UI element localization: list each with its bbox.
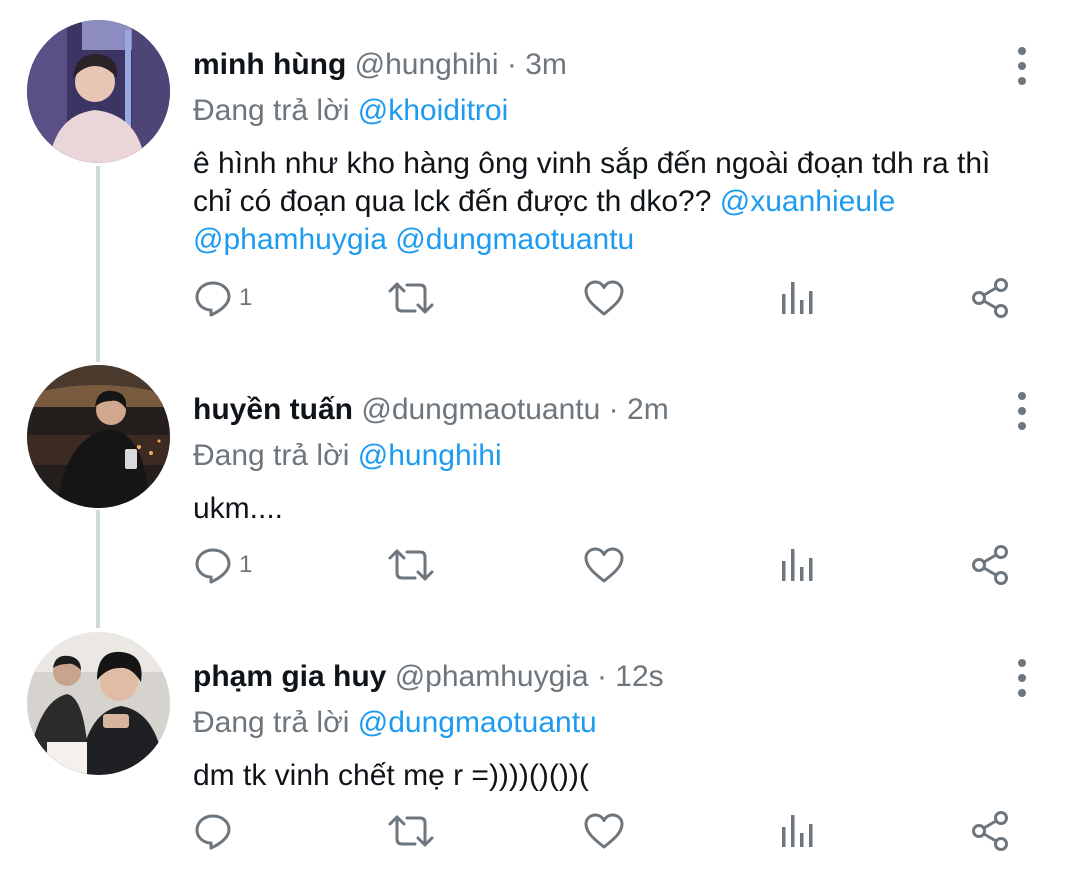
replying-to-mention[interactable]: @khoiditroi (358, 94, 509, 127)
replying-prefix: Đang trả lời (193, 94, 350, 127)
timestamp[interactable]: 2m (627, 393, 669, 426)
like-button[interactable] (583, 540, 625, 590)
analytics-button[interactable] (777, 806, 817, 856)
analytics-button[interactable] (777, 273, 817, 323)
retweet-button[interactable] (387, 540, 435, 590)
replying-to: Đang trả lời @hunghihi (193, 436, 502, 476)
tweet[interactable]: huyền tuấn @dungmaotuantu · 2m Đang trả … (0, 365, 1080, 625)
replying-to-mention[interactable]: @hunghihi (358, 439, 502, 472)
heart-icon (583, 545, 625, 585)
avatar[interactable] (27, 365, 170, 508)
author-name[interactable]: phạm gia huy (193, 660, 386, 693)
heart-icon (583, 278, 625, 318)
author-handle[interactable]: @hunghihi (355, 48, 499, 81)
mention-link[interactable]: @phamhuygia (193, 223, 387, 256)
tweet-header: minh hùng @hunghihi · 3m (193, 46, 567, 84)
reply-count: 1 (239, 284, 253, 311)
analytics-button[interactable] (777, 540, 817, 590)
author-handle[interactable]: @phamhuygia (395, 660, 589, 693)
tweet-text: ukm.... (193, 490, 1023, 528)
author-handle[interactable]: @dungmaotuantu (361, 393, 600, 426)
mention-link[interactable]: @xuanhieule (720, 185, 896, 218)
share-icon (970, 544, 1012, 586)
replying-prefix: Đang trả lời (193, 439, 350, 472)
analytics-icon (777, 811, 817, 851)
reply-icon (193, 545, 233, 585)
tweet-text: ê hình như kho hàng ông vinh sắp đến ngo… (193, 145, 1023, 259)
author-name[interactable]: minh hùng (193, 48, 346, 81)
author-name[interactable]: huyền tuấn (193, 393, 353, 426)
replying-to: Đang trả lời @khoiditroi (193, 91, 508, 131)
retweet-icon (387, 545, 435, 585)
tweet[interactable]: phạm gia huy @phamhuygia · 12s Đang trả … (0, 632, 1080, 872)
retweet-button[interactable] (387, 806, 435, 856)
more-vertical-icon[interactable] (1008, 652, 1036, 704)
tweet-actions: 1 (0, 540, 1080, 590)
share-button[interactable] (970, 540, 1012, 590)
avatar[interactable] (27, 632, 170, 775)
tweet[interactable]: minh hùng @hunghihi · 3m Đang trả lời @k… (0, 20, 1080, 320)
reply-button[interactable] (193, 806, 239, 856)
separator-dot: · (608, 393, 619, 426)
analytics-icon (777, 545, 817, 585)
reply-icon (193, 811, 233, 851)
like-button[interactable] (583, 806, 625, 856)
separator-dot: · (506, 48, 517, 81)
replying-prefix: Đang trả lời (193, 706, 350, 739)
share-button[interactable] (970, 806, 1012, 856)
reply-button[interactable]: 1 (193, 273, 252, 323)
heart-icon (583, 811, 625, 851)
retweet-icon (387, 811, 435, 851)
timestamp[interactable]: 12s (615, 660, 663, 693)
share-icon (970, 810, 1012, 852)
tweet-body: dm tk vinh chết mẹ r =))))()())( (193, 759, 589, 792)
reply-button[interactable]: 1 (193, 540, 252, 590)
mention-link[interactable]: @dungmaotuantu (395, 223, 634, 256)
tweet-header: phạm gia huy @phamhuygia · 12s (193, 658, 664, 696)
retweet-button[interactable] (387, 273, 435, 323)
retweet-icon (387, 278, 435, 318)
avatar[interactable] (27, 20, 170, 163)
timestamp[interactable]: 3m (525, 48, 567, 81)
replying-to: Đang trả lời @dungmaotuantu (193, 703, 597, 743)
tweet-header: huyền tuấn @dungmaotuantu · 2m (193, 391, 669, 429)
separator-dot: · (596, 660, 607, 693)
like-button[interactable] (583, 273, 625, 323)
reply-icon (193, 278, 233, 318)
tweet-body: ukm.... (193, 492, 284, 525)
reply-count: 1 (239, 551, 253, 578)
analytics-icon (777, 278, 817, 318)
share-button[interactable] (970, 273, 1012, 323)
tweet-actions (0, 806, 1080, 856)
replying-to-mention[interactable]: @dungmaotuantu (358, 706, 597, 739)
more-vertical-icon[interactable] (1008, 385, 1036, 437)
tweet-actions: 1 (0, 273, 1080, 323)
share-icon (970, 277, 1012, 319)
more-vertical-icon[interactable] (1008, 40, 1036, 92)
tweet-text: dm tk vinh chết mẹ r =))))()())( (193, 757, 1023, 795)
